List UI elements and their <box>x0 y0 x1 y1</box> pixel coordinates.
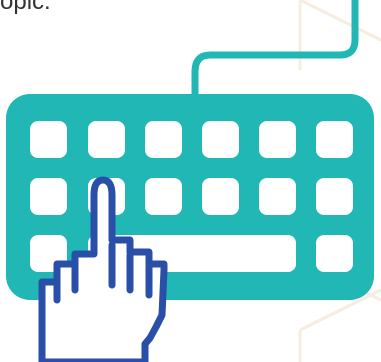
illustration <box>6 0 381 362</box>
key <box>316 121 353 158</box>
key <box>88 121 125 158</box>
key <box>259 121 296 158</box>
key <box>259 178 296 215</box>
key <box>316 178 353 215</box>
key <box>145 178 182 215</box>
key <box>202 178 239 215</box>
key <box>202 121 239 158</box>
key <box>316 235 353 272</box>
key <box>30 121 67 158</box>
key <box>145 121 182 158</box>
key <box>30 178 67 215</box>
